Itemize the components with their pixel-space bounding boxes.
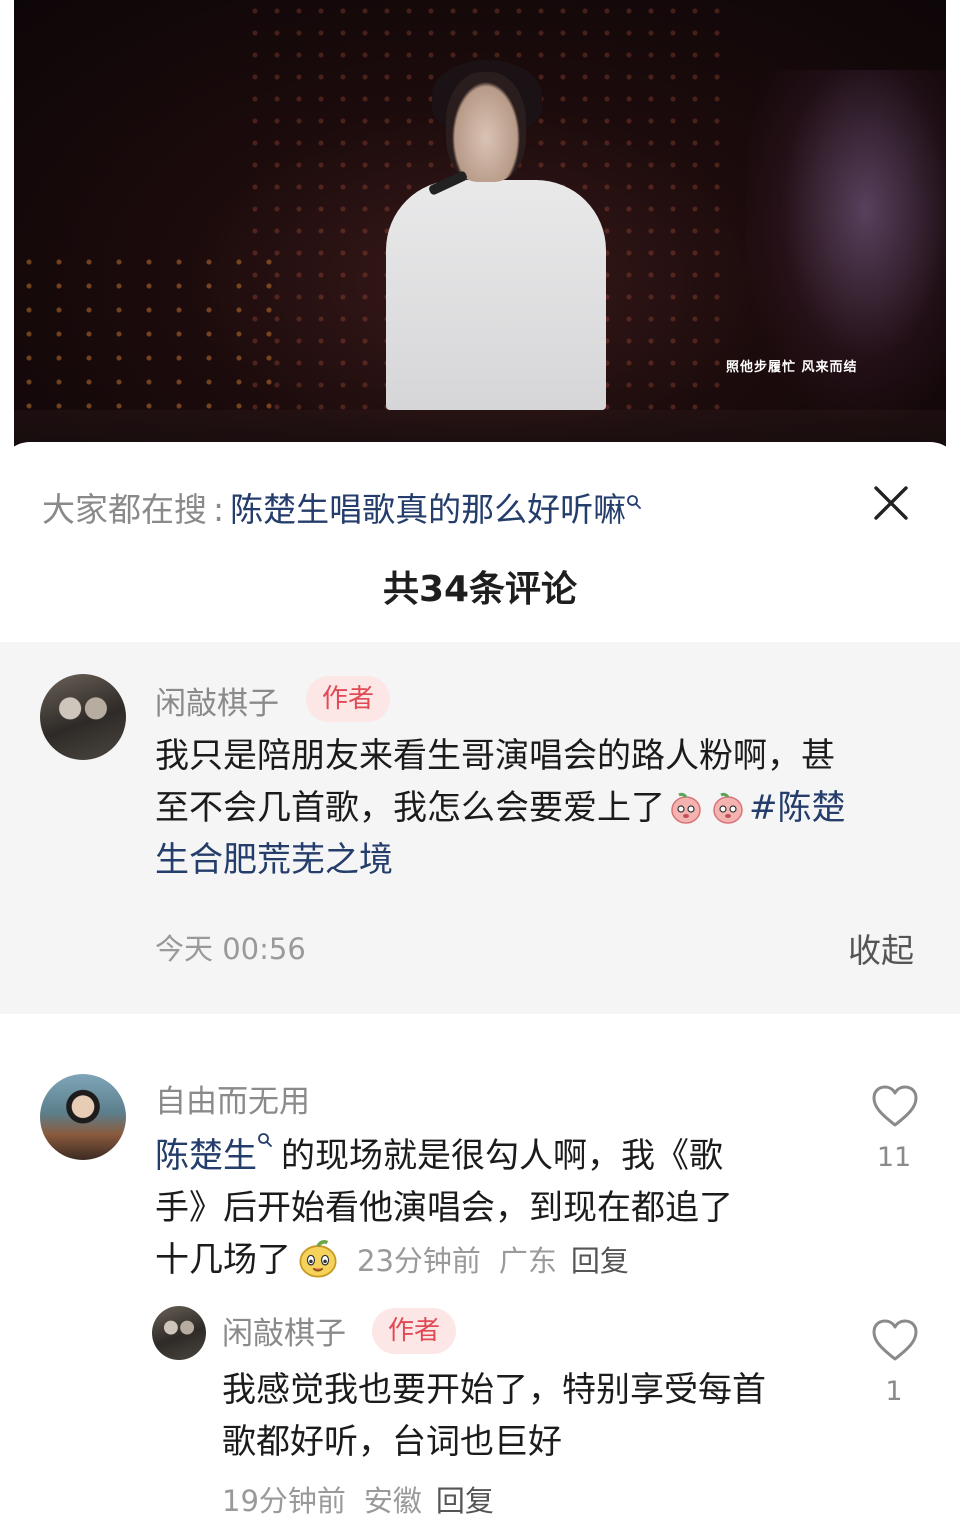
comment-text: 我感觉我也要开始了，特别享受每首 歌都好听，台词也巨好 — [222, 1364, 842, 1468]
author-badge: 作者 — [306, 676, 390, 722]
hashtag-link[interactable]: 生合肥荒芜之境 — [155, 834, 925, 886]
reply-button[interactable]: 回复 — [436, 1484, 494, 1518]
comment-location: 广东 — [498, 1244, 557, 1278]
close-icon[interactable] — [870, 482, 912, 524]
author-badge: 作者 — [372, 1308, 456, 1354]
lyric-subtitle: 照他步履忙 风来而结 — [726, 360, 858, 375]
trending-search-prefix: 大家都在搜 — [42, 490, 207, 529]
comment-location: 安徽 — [363, 1484, 422, 1518]
comment-text-line: 我感觉我也要开始了，特别享受每首 — [222, 1370, 766, 1410]
singer-on-screen — [386, 60, 606, 410]
comment-time: 19分钟前 — [222, 1484, 346, 1518]
comment-text-segment: 十几场了 — [155, 1240, 291, 1280]
comment-text-segment: 的现场就是很勾人啊，我《歌 — [281, 1136, 723, 1176]
emoji-mango-icon — [299, 1240, 337, 1278]
singer-face — [446, 72, 526, 182]
comment-text-line: 陈楚生 的现场就是很勾人啊，我《歌 — [155, 1130, 805, 1182]
comment-time: 今天 00:56 — [155, 932, 306, 966]
heart-icon[interactable] — [871, 1318, 919, 1362]
avatar[interactable] — [152, 1306, 206, 1360]
video-player[interactable]: 照他步履忙 风来而结 — [0, 0, 960, 470]
comment-text-line: 我只是陪朋友来看生哥演唱会的路人粉啊，甚 — [155, 736, 835, 776]
comment-username[interactable]: 自由而无用 — [155, 1076, 310, 1121]
reply-meta: 19分钟前 安徽 回复 — [222, 1478, 494, 1520]
comment-count-title: 共34条评论 — [382, 569, 578, 610]
singer-body — [386, 180, 606, 410]
comment-time: 23分钟前 — [357, 1244, 481, 1278]
trending-search-colon: : — [213, 490, 225, 529]
heart-icon[interactable] — [871, 1084, 919, 1128]
emoji-peach-icon — [713, 792, 743, 824]
comment-username[interactable]: 闲敲棋子 — [222, 1308, 346, 1353]
like-count: 1 — [885, 1376, 903, 1407]
comment-username[interactable]: 闲敲棋子 — [155, 678, 279, 723]
search-icon — [627, 495, 642, 509]
mention-link[interactable]: 陈楚生 — [155, 1136, 257, 1176]
comment-text-line: 十几场了 23分钟前 广东 回复 — [155, 1234, 805, 1287]
comment-text-line: 至不会几首歌，我怎么会要爱上了 #陈楚 — [155, 782, 925, 834]
concert-video-frame[interactable]: 照他步履忙 风来而结 — [14, 0, 946, 470]
hashtag-link[interactable]: #陈楚 — [749, 788, 846, 828]
trending-search-query[interactable]: 陈楚生唱歌真的那么好听嘛 — [230, 490, 626, 529]
comment-text: 陈楚生 的现场就是很勾人啊，我《歌 手》后开始看他演唱会，到现在都追了 十几场了 2… — [155, 1130, 805, 1287]
comment-text-line: 手》后开始看他演唱会，到现在都追了 — [155, 1188, 733, 1228]
emoji-peach-icon — [671, 792, 701, 824]
reply-button[interactable]: 回复 — [571, 1244, 629, 1278]
comment-text-line: 歌都好听，台词也巨好 — [222, 1422, 562, 1462]
comment-sheet: 大家都在搜: 陈楚生唱歌真的那么好听嘛 共34条评论 闲敲棋子 作者 我只是陪朋友… — [0, 442, 960, 1537]
comment-text: 我只是陪朋友来看生哥演唱会的路人粉啊，甚 至不会几首歌，我怎么会要爱上了 #陈楚 … — [155, 730, 925, 886]
avatar[interactable] — [40, 674, 126, 760]
avatar[interactable] — [40, 1074, 126, 1160]
like-count: 11 — [876, 1142, 912, 1173]
audience-lights — [14, 250, 274, 410]
collapse-button[interactable]: 收起 — [848, 924, 914, 972]
comment-text-segment: 至不会几首歌，我怎么会要爱上了 — [155, 788, 665, 828]
trending-search-row[interactable]: 大家都在搜: 陈楚生唱歌真的那么好听嘛 — [42, 490, 642, 530]
search-icon — [258, 1133, 272, 1147]
pinned-comment[interactable]: 闲敲棋子 作者 我只是陪朋友来看生哥演唱会的路人粉啊，甚 至不会几首歌，我怎么会… — [0, 642, 960, 1014]
